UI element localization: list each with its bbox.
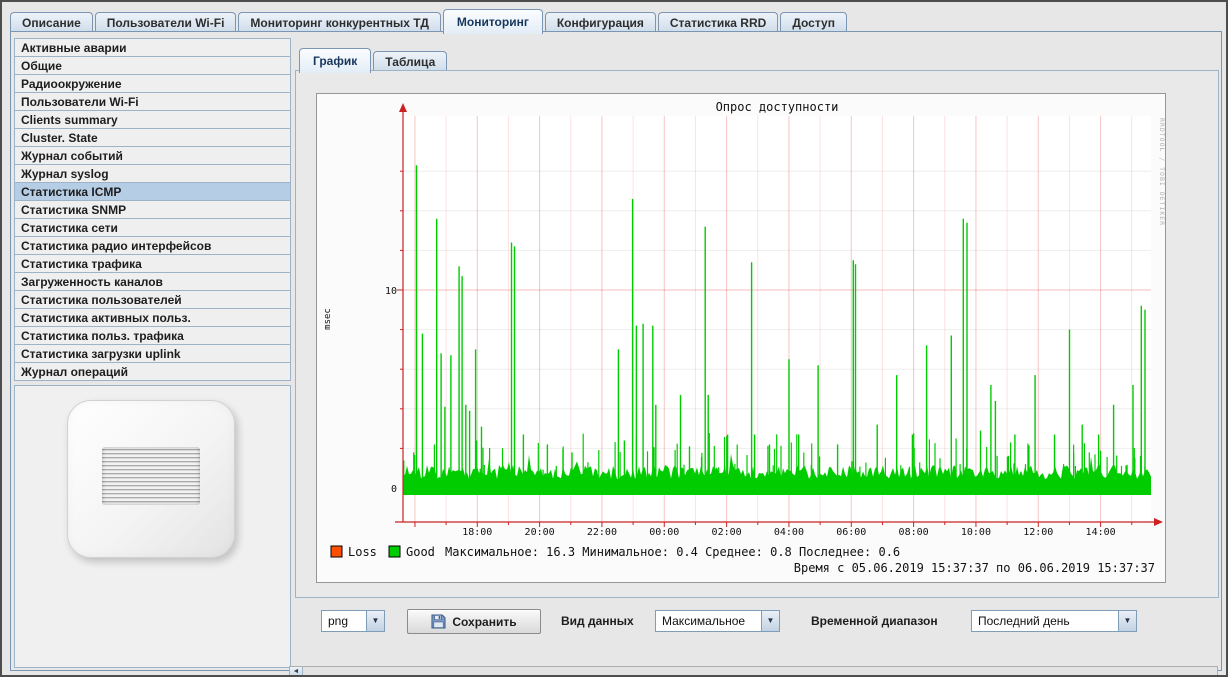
chart-y-axis-label: msec — [323, 308, 333, 330]
content-frame: Активные аварииОбщиеРадиоокружениеПользо… — [10, 31, 1222, 671]
x-tick-label: 02:00 — [712, 527, 742, 538]
sidebar-item-radio-environment[interactable]: Радиоокружение — [14, 74, 291, 93]
x-tick-label: 14:00 — [1086, 527, 1116, 538]
device-image-panel — [14, 385, 291, 668]
sidebar-item-cluster-state[interactable]: Cluster. State — [14, 128, 291, 147]
tab-rrd-statistics[interactable]: Статистика RRD — [658, 12, 778, 33]
time-range-arrow-button[interactable]: ▼ — [1118, 611, 1136, 631]
save-button-label: Сохранить — [452, 615, 516, 629]
image-format-arrow-button[interactable]: ▼ — [366, 611, 384, 631]
y-tick-10: 10 — [385, 286, 397, 297]
chart-title: Опрос доступности — [716, 100, 839, 114]
tab-graph[interactable]: График — [299, 48, 371, 73]
data-view-label: Вид данных — [561, 610, 634, 632]
sidebar-item-event-log[interactable]: Журнал событий — [14, 146, 291, 165]
y-tick-labels: 0 10 — [385, 286, 397, 495]
sidebar-item-operations-log[interactable]: Журнал операций — [14, 362, 291, 381]
data-view-select[interactable]: Максимальное ▼ — [655, 610, 780, 632]
chart-panel: 18:00 20:00 22:00 00:00 02:00 04:00 06:00 08:00… — [295, 70, 1219, 598]
tab-wifi-users[interactable]: Пользователи Wi-Fi — [95, 12, 237, 33]
tab-description[interactable]: Описание — [10, 12, 93, 33]
data-view-value: Максимальное — [656, 611, 761, 631]
tab-table[interactable]: Таблица — [373, 51, 447, 72]
sidebar-item-uplink-load-statistics[interactable]: Статистика загрузки uplink — [14, 344, 291, 363]
chart-legend: Loss Good Максимальное: 16.3 Минимальное… — [331, 545, 900, 559]
access-point-image — [67, 400, 235, 558]
tab-competitor-ap-monitoring[interactable]: Мониторинг конкурентных ТД — [238, 12, 440, 33]
sidebar-item-radio-interface-statistics[interactable]: Статистика радио интерфейсов — [14, 236, 291, 255]
x-tick-label: 00:00 — [649, 527, 679, 538]
sidebar-item-wifi-users[interactable]: Пользователи Wi-Fi — [14, 92, 291, 111]
sidebar-item-clients-summary[interactable]: Clients summary — [14, 110, 291, 129]
x-tick-label: 08:00 — [899, 527, 929, 538]
save-button[interactable]: Сохранить — [407, 609, 541, 634]
chart-image: 18:00 20:00 22:00 00:00 02:00 04:00 06:00 08:00… — [316, 93, 1166, 583]
sidebar-item-channel-load[interactable]: Загруженность каналов — [14, 272, 291, 291]
sidebar-item-active-users-statistics[interactable]: Статистика активных польз. — [14, 308, 291, 327]
data-view-arrow-button[interactable]: ▼ — [761, 611, 779, 631]
x-tick-label: 22:00 — [587, 527, 617, 538]
x-tick-label: 18:00 — [462, 527, 492, 538]
tab-access[interactable]: Доступ — [780, 12, 847, 33]
horizontal-scrollbar[interactable]: ◄ — [289, 666, 1218, 677]
tab-configuration[interactable]: Конфигурация — [545, 12, 656, 33]
sidebar-item-syslog-log[interactable]: Журнал syslog — [14, 164, 291, 183]
sidebar-item-icmp-statistics[interactable]: Статистика ICMP — [14, 182, 291, 201]
access-point-grille — [102, 447, 200, 505]
view-tab-bar: ГрафикТаблица — [299, 48, 449, 72]
chart-stats-line: Максимальное: 16.3 Минимальное: 0.4 Сред… — [445, 545, 900, 559]
time-range-label: Временной диапазон — [811, 610, 938, 632]
sidebar-item-general[interactable]: Общие — [14, 56, 291, 75]
image-format-select[interactable]: png ▼ — [321, 610, 385, 632]
sidebar-item-user-traffic-statistics[interactable]: Статистика польз. трафика — [14, 326, 291, 345]
x-tick-label: 06:00 — [836, 527, 866, 538]
sidebar-item-traffic-statistics[interactable]: Статистика трафика — [14, 254, 291, 273]
chart-time-range-line: Время с 05.06.2019 15:37:37 по 06.06.201… — [794, 561, 1155, 575]
x-tick-label: 10:00 — [961, 527, 991, 538]
top-tab-bar: ОписаниеПользователи Wi-FiМониторинг кон… — [10, 9, 849, 33]
time-range-select[interactable]: Последний день ▼ — [971, 610, 1137, 632]
rrdtool-watermark: RRDTOOL / TOBI OETIKER — [1158, 118, 1165, 226]
sidebar-item-snmp-statistics[interactable]: Статистика SNMP — [14, 200, 291, 219]
time-range-value: Последний день — [972, 611, 1118, 631]
legend-loss-swatch — [331, 546, 342, 557]
legend-good-label: Good — [406, 545, 435, 559]
availability-chart: 18:00 20:00 22:00 00:00 02:00 04:00 06:00 08:00… — [317, 94, 1165, 582]
sidebar-item-active-alarms[interactable]: Активные аварии — [14, 38, 291, 57]
chevron-down-icon: ▼ — [767, 617, 775, 625]
x-tick-labels: 18:00 20:00 22:00 00:00 02:00 04:00 06:00 08:00… — [462, 527, 1115, 538]
x-tick-label: 12:00 — [1023, 527, 1053, 538]
sidebar-menu: Активные аварииОбщиеРадиоокружениеПользо… — [14, 38, 291, 381]
y-tick-0: 0 — [391, 484, 397, 495]
chevron-down-icon: ▼ — [372, 617, 380, 625]
tab-monitoring[interactable]: Мониторинг — [443, 9, 543, 34]
chevron-down-icon: ▼ — [1124, 617, 1132, 625]
save-icon — [431, 614, 446, 629]
sidebar-item-network-statistics[interactable]: Статистика сети — [14, 218, 291, 237]
image-format-value: png — [322, 611, 366, 631]
x-tick-label: 20:00 — [525, 527, 555, 538]
scroll-left-arrow-icon[interactable]: ◄ — [290, 667, 303, 676]
legend-good-swatch — [389, 546, 400, 557]
x-tick-label: 04:00 — [774, 527, 804, 538]
legend-loss-label: Loss — [348, 545, 377, 559]
app-window: ОписаниеПользователи Wi-FiМониторинг кон… — [0, 0, 1228, 677]
sidebar-item-user-statistics[interactable]: Статистика пользователей — [14, 290, 291, 309]
